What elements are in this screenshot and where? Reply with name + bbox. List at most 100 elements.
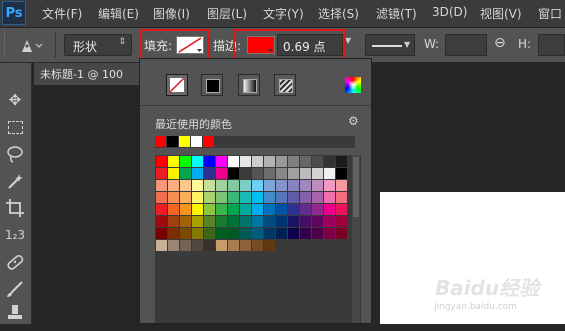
color-swatch[interactable] [312, 168, 323, 179]
color-swatch[interactable] [228, 180, 239, 191]
color-swatch[interactable] [168, 180, 179, 191]
color-swatch[interactable] [300, 192, 311, 203]
color-swatch[interactable] [264, 156, 275, 167]
document-tab[interactable]: 未标题-1 @ 100 [34, 63, 140, 85]
move-tool-icon[interactable]: ✥ [4, 89, 26, 111]
color-swatch[interactable] [228, 240, 239, 251]
menu-3d[interactable]: 3D(D) [432, 5, 467, 19]
recent-color-swatch[interactable] [203, 136, 214, 147]
color-swatch[interactable] [252, 156, 263, 167]
color-swatch[interactable] [204, 228, 215, 239]
color-swatch[interactable] [312, 204, 323, 215]
canvas-area[interactable]: Baidu经验 jingyan.baidu.com [380, 192, 565, 324]
color-swatch[interactable] [228, 168, 239, 179]
color-swatch[interactable] [156, 180, 167, 191]
scrollbar[interactable] [352, 155, 360, 323]
gear-icon[interactable]: ⚙ [348, 114, 359, 128]
color-swatch[interactable] [216, 204, 227, 215]
color-swatch[interactable] [288, 228, 299, 239]
pattern-button[interactable] [274, 74, 296, 96]
color-swatch[interactable] [264, 204, 275, 215]
color-swatch[interactable] [264, 216, 275, 227]
color-swatch[interactable] [240, 216, 251, 227]
color-swatch[interactable] [180, 180, 191, 191]
color-swatch[interactable] [252, 228, 263, 239]
color-swatch[interactable] [168, 192, 179, 203]
color-swatch[interactable] [180, 192, 191, 203]
color-swatch[interactable] [324, 180, 335, 191]
color-swatch[interactable] [336, 228, 347, 239]
color-swatch[interactable] [204, 216, 215, 227]
magic-wand-icon[interactable] [4, 170, 26, 192]
menu-window[interactable]: 窗口 [538, 5, 562, 22]
color-swatch[interactable] [240, 204, 251, 215]
color-swatch[interactable] [228, 216, 239, 227]
color-swatch[interactable] [216, 216, 227, 227]
color-swatch[interactable] [156, 216, 167, 227]
color-swatch[interactable] [264, 192, 275, 203]
tool-mode-select[interactable]: 形状 ⇕ [64, 34, 132, 56]
color-swatch[interactable] [300, 156, 311, 167]
color-swatch[interactable] [216, 180, 227, 191]
menu-type[interactable]: 文字(Y) [263, 5, 304, 22]
color-swatch[interactable] [276, 180, 287, 191]
color-swatch[interactable] [264, 240, 275, 251]
color-swatch[interactable] [228, 156, 239, 167]
color-swatch[interactable] [156, 192, 167, 203]
color-swatch[interactable] [300, 168, 311, 179]
color-swatch[interactable] [192, 168, 203, 179]
menu-image[interactable]: 图像(I) [153, 5, 190, 22]
color-swatch[interactable] [192, 228, 203, 239]
healing-brush-icon[interactable] [4, 251, 26, 273]
color-swatch[interactable] [276, 204, 287, 215]
color-swatch[interactable] [324, 156, 335, 167]
color-swatch[interactable] [240, 180, 251, 191]
color-swatch[interactable] [300, 204, 311, 215]
color-swatch[interactable] [168, 156, 179, 167]
menu-layer[interactable]: 图层(L) [207, 5, 247, 22]
color-swatch[interactable] [180, 216, 191, 227]
grip-handle[interactable] [4, 32, 13, 58]
menu-filter[interactable]: 滤镜(T) [376, 5, 417, 22]
color-swatch[interactable] [312, 216, 323, 227]
color-swatch[interactable] [324, 228, 335, 239]
color-swatch[interactable] [156, 204, 167, 215]
color-swatch[interactable] [204, 240, 215, 251]
color-swatch[interactable] [168, 204, 179, 215]
color-swatch[interactable] [180, 168, 191, 179]
color-swatch[interactable] [204, 180, 215, 191]
color-swatch[interactable] [252, 168, 263, 179]
color-swatch[interactable] [240, 228, 251, 239]
color-swatch[interactable] [276, 156, 287, 167]
stamp-tool-icon[interactable] [4, 303, 26, 325]
color-swatch[interactable] [252, 204, 263, 215]
color-swatch[interactable] [228, 228, 239, 239]
color-swatch[interactable] [204, 204, 215, 215]
color-swatch[interactable] [228, 204, 239, 215]
color-swatch[interactable] [300, 216, 311, 227]
color-swatch[interactable] [168, 228, 179, 239]
color-swatch[interactable] [264, 180, 275, 191]
recent-color-swatch[interactable] [191, 136, 202, 147]
color-swatch[interactable] [288, 192, 299, 203]
menu-view[interactable]: 视图(V) [480, 5, 522, 22]
color-swatch[interactable] [324, 192, 335, 203]
color-swatch[interactable] [336, 156, 347, 167]
color-swatch[interactable] [300, 228, 311, 239]
color-swatch[interactable] [312, 180, 323, 191]
color-swatch[interactable] [312, 228, 323, 239]
crop-tool-icon[interactable] [4, 197, 26, 219]
width-input[interactable] [445, 34, 487, 56]
color-swatch[interactable] [216, 192, 227, 203]
color-swatch[interactable] [276, 168, 287, 179]
color-swatch[interactable] [192, 216, 203, 227]
color-swatch[interactable] [300, 180, 311, 191]
menu-edit[interactable]: 编辑(E) [98, 5, 139, 22]
color-swatch[interactable] [252, 240, 263, 251]
color-swatch[interactable] [192, 192, 203, 203]
color-swatch[interactable] [240, 192, 251, 203]
color-swatch[interactable] [324, 216, 335, 227]
color-swatch[interactable] [180, 156, 191, 167]
color-swatch[interactable] [216, 240, 227, 251]
color-swatch[interactable] [204, 168, 215, 179]
